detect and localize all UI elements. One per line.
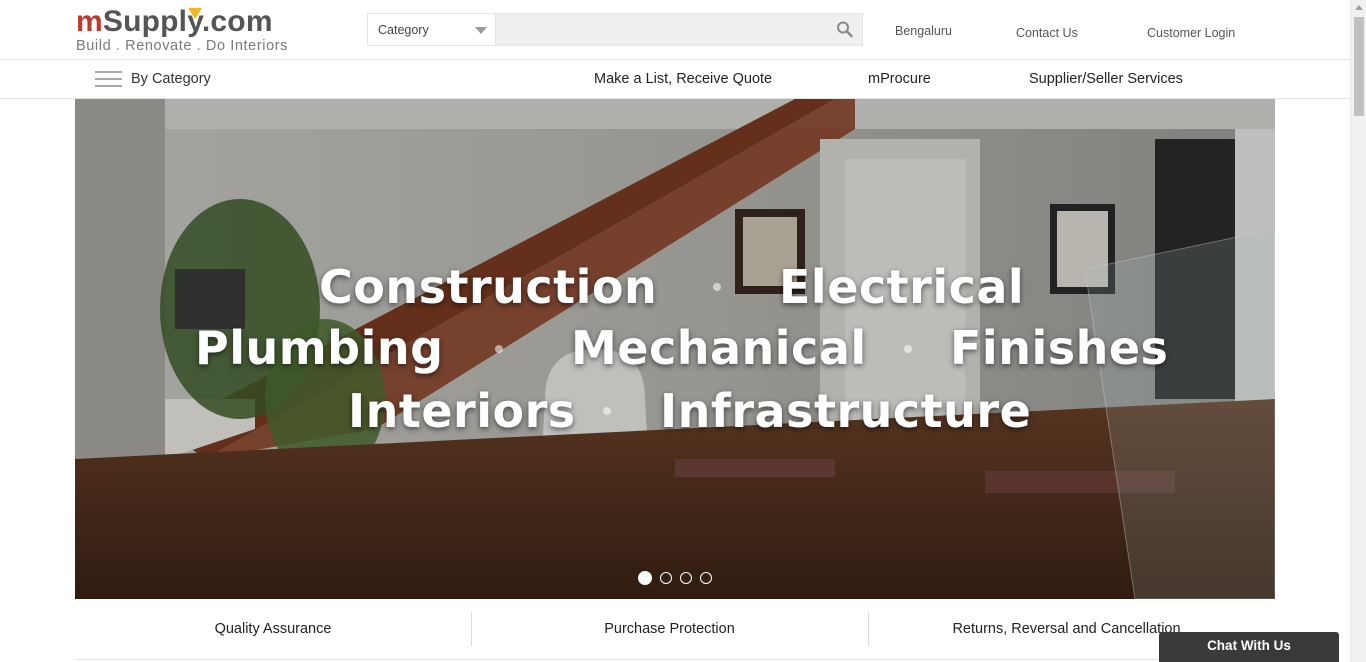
- carousel-dot-2[interactable]: [660, 572, 672, 584]
- category-select-label: Category: [378, 23, 429, 37]
- scrollbar-thumb[interactable]: [1354, 17, 1364, 116]
- by-category-menu[interactable]: By Category: [131, 71, 211, 87]
- hero-separator-dot: [495, 345, 503, 353]
- customer-login-link[interactable]: Customer Login: [1147, 26, 1235, 40]
- logo-supply: Suppl: [102, 5, 188, 38]
- site-logo[interactable]: mSuppl y.com Build . Renovate . Do Interi…: [76, 6, 289, 55]
- logo-dotcom: .com: [201, 5, 273, 38]
- logo-triangle-icon: [188, 8, 203, 19]
- hero-category-finishes: Finishes: [950, 321, 1169, 375]
- hero-category-interiors: Interiors: [348, 384, 576, 438]
- nav-mprocure-link[interactable]: mProcure: [868, 71, 931, 87]
- main-nav: By Category Make a List, Receive Quote m…: [0, 61, 1350, 99]
- hero-separator-dot: [713, 283, 721, 291]
- top-header: mSuppl y.com Build . Renovate . Do Interi…: [0, 0, 1350, 60]
- hero-separator-dot: [904, 345, 912, 353]
- hero-separator-dot: [603, 407, 611, 415]
- hamburger-menu-icon[interactable]: [95, 71, 122, 88]
- search-button[interactable]: [834, 19, 856, 41]
- chat-with-us-button[interactable]: Chat With Us: [1159, 632, 1339, 662]
- logo-y: y: [187, 5, 203, 38]
- logo-wordmark: mSuppl y.com: [76, 6, 288, 38]
- nav-supplier-services-link[interactable]: Supplier/Seller Services: [1029, 71, 1183, 87]
- logo-m: m: [76, 5, 103, 38]
- search-input[interactable]: [497, 14, 827, 45]
- hero-category-mechanical: Mechanical: [571, 321, 867, 375]
- hero-carousel[interactable]: Construction Electrical Plumbing Mechani…: [75, 99, 1275, 599]
- scroll-up-arrow-icon[interactable]: [1355, 5, 1363, 10]
- nav-make-list-link[interactable]: Make a List, Receive Quote: [594, 71, 772, 87]
- location-link[interactable]: Bengaluru: [895, 24, 952, 38]
- hero-category-construction: Construction: [319, 260, 658, 314]
- hero-category-plumbing: Plumbing: [195, 321, 444, 375]
- features-strip: Quality Assurance Purchase Protection Re…: [75, 600, 1265, 660]
- feature-quality-assurance[interactable]: Quality Assurance: [75, 612, 471, 646]
- carousel-dot-1[interactable]: [638, 571, 652, 585]
- caret-down-icon: [475, 27, 487, 34]
- page-scrollbar[interactable]: [1350, 0, 1366, 662]
- hero-category-electrical: Electrical: [779, 260, 1025, 314]
- feature-purchase-protection[interactable]: Purchase Protection: [471, 612, 867, 646]
- contact-us-link[interactable]: Contact Us: [1016, 26, 1078, 40]
- search-icon: [837, 21, 853, 38]
- logo-tagline: Build . Renovate . Do Interiors: [76, 38, 289, 54]
- hero-category-infrastructure: Infrastructure: [660, 384, 1032, 438]
- category-select[interactable]: Category: [368, 14, 496, 45]
- carousel-dot-3[interactable]: [680, 572, 692, 584]
- search-bar: Category: [367, 13, 863, 46]
- carousel-dot-4[interactable]: [700, 572, 712, 584]
